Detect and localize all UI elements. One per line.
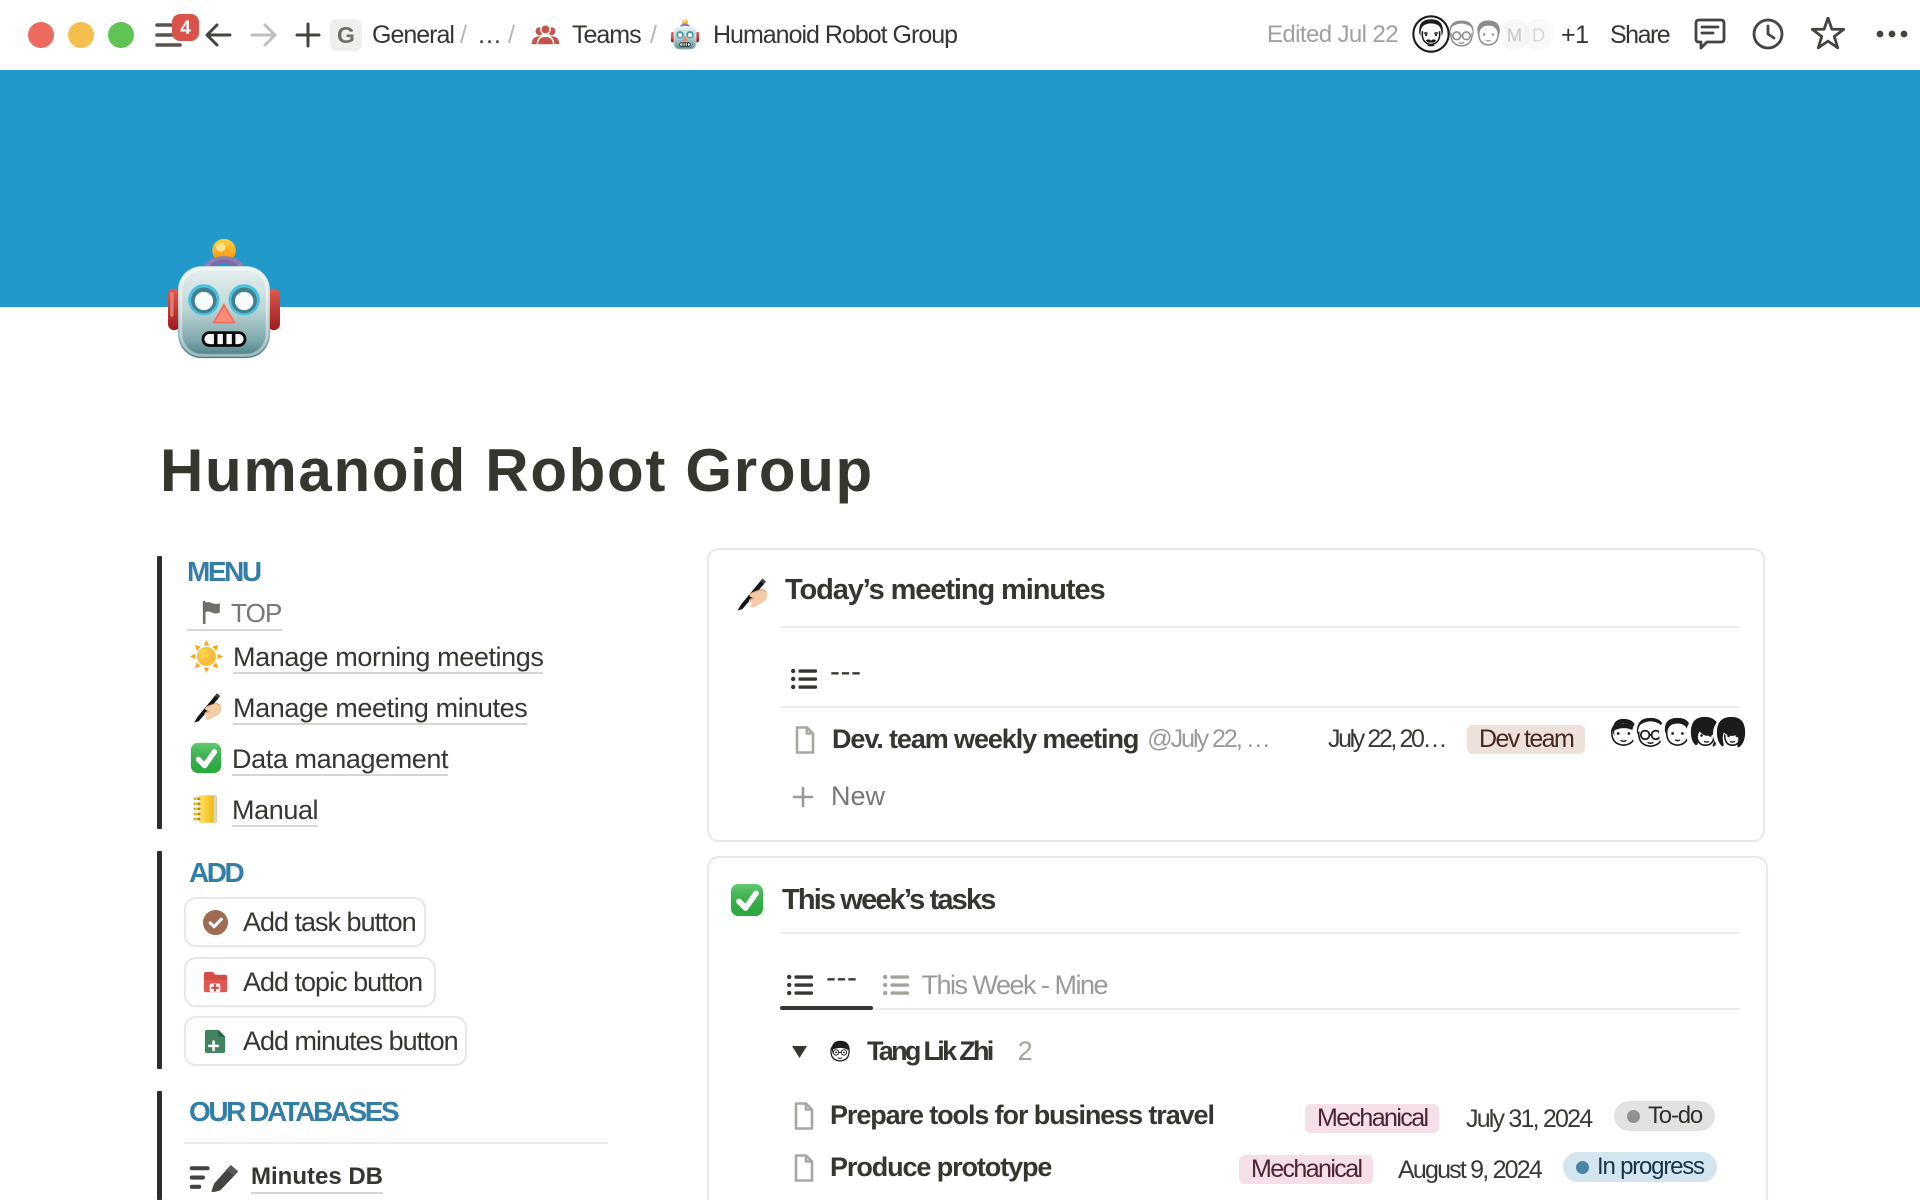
svg-text:4: 4 bbox=[180, 18, 191, 39]
svg-text:M: M bbox=[1507, 24, 1522, 45]
svg-text:D: D bbox=[1532, 24, 1545, 45]
